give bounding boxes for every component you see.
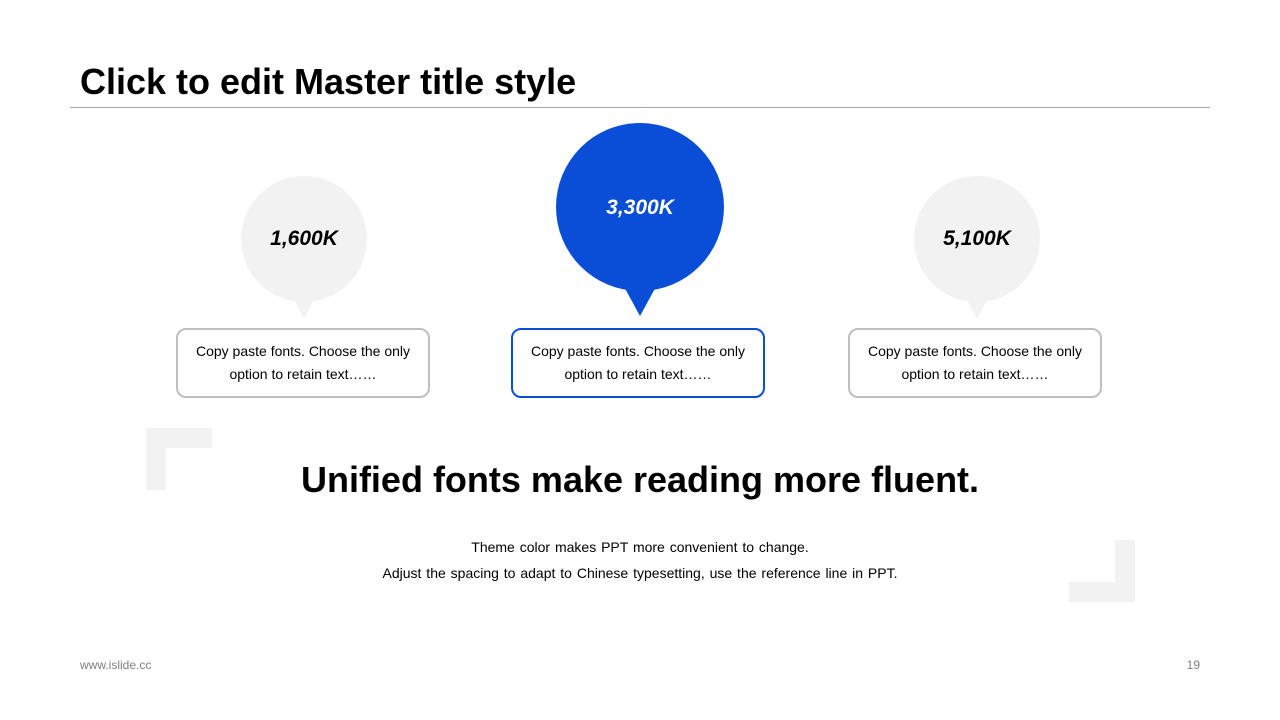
text-card-1[interactable]: Copy paste fonts. Choose the only option… — [176, 328, 430, 398]
stat-bubble-2[interactable]: 3,300K — [556, 123, 724, 318]
stat-bubble-1[interactable]: 1,600K — [241, 176, 367, 321]
card-text-1: Copy paste fonts. Choose the only option… — [195, 343, 411, 382]
card-text-3: Copy paste fonts. Choose the only option… — [867, 343, 1083, 382]
subtext-line-2[interactable]: Adjust the spacing to adapt to Chinese t… — [0, 564, 1280, 582]
headline[interactable]: Unified fonts make reading more fluent. — [0, 458, 1280, 502]
stat-value-2: 3,300K — [606, 196, 674, 219]
text-card-3[interactable]: Copy paste fonts. Choose the only option… — [848, 328, 1102, 398]
text-card-2[interactable]: Copy paste fonts. Choose the only option… — [511, 328, 765, 398]
card-text-2: Copy paste fonts. Choose the only option… — [530, 343, 746, 382]
speech-bubble-shape — [556, 123, 724, 316]
slide-title[interactable]: Click to edit Master title style — [80, 60, 576, 104]
stat-value-3: 5,100K — [943, 227, 1011, 250]
title-divider — [70, 107, 1210, 108]
slide: Click to edit Master title style 1,600K … — [0, 0, 1280, 720]
page-number: 19 — [1186, 658, 1200, 672]
footer-url: www.islide.cc — [80, 658, 152, 672]
subtext-line-1[interactable]: Theme color makes PPT more convenient to… — [0, 538, 1280, 556]
stat-value-1: 1,600K — [270, 227, 338, 250]
stat-bubble-3[interactable]: 5,100K — [914, 176, 1040, 321]
